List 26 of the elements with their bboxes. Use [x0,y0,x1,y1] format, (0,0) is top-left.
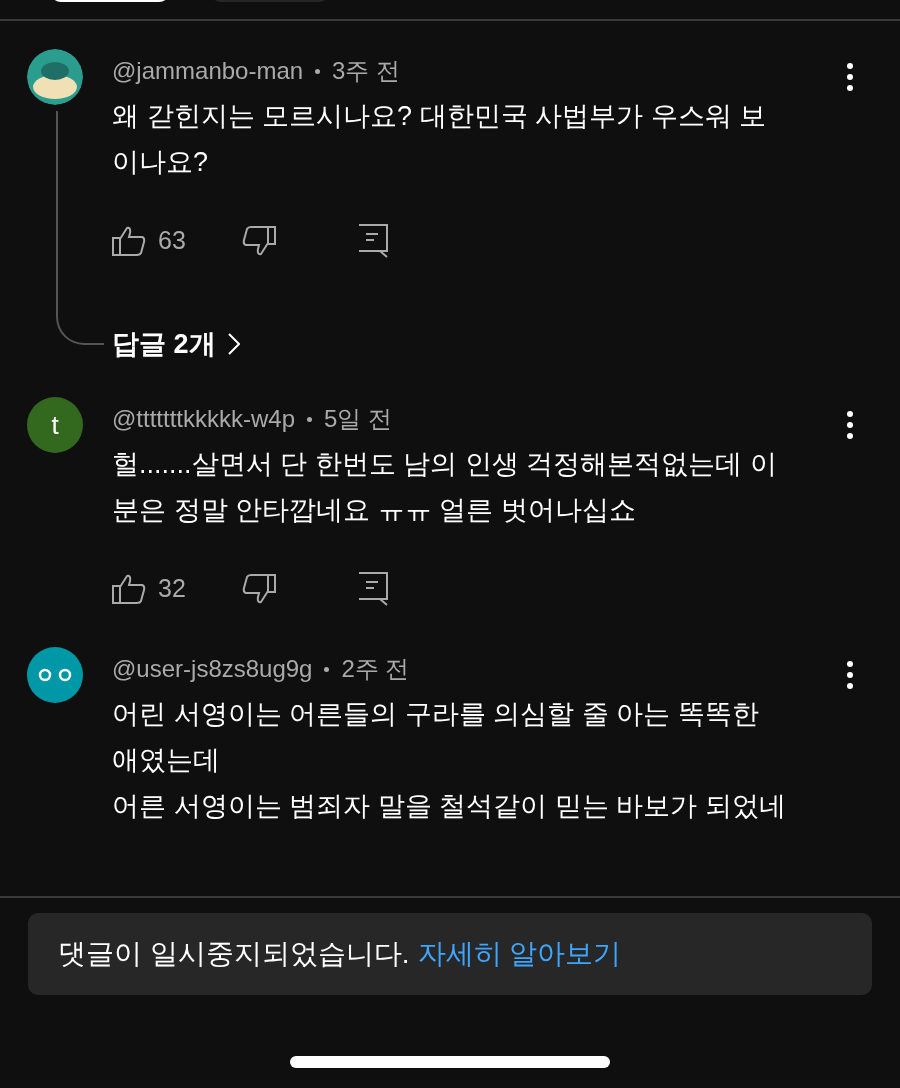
comment-text: 헐.......살면서 단 한번도 남의 인생 걱정해본적없는데 이분은 정말 안타깝네요 ㅠㅠ 얼른 벗어나십쇼 [112,448,778,527]
author-name[interactable]: @user-js8zs8ug9g [112,647,313,691]
replies-button[interactable]: 답글 2개 [112,319,854,369]
timestamp: 3주 전 [332,56,401,86]
author-name[interactable]: @tttttttkkkkk-w4p [112,397,296,441]
comment-text: 왜 갇힌지는 모르시나요? 대한민국 사법부가 우스워 보이나요? [112,100,768,179]
comment-text: 어른 서영이는 범죄자 말을 철석같이 믿는 바보가 되었네 [112,790,787,823]
like-count: 63 [158,225,187,257]
timestamp: 5일 전 [324,404,393,434]
more-options-icon[interactable] [846,411,854,439]
notice-text: 댓글이 일시중지되었습니다. [58,937,410,971]
author-name[interactable]: @jammanbo-man [112,49,304,93]
thumbs-up-icon[interactable] [112,573,146,605]
thumbs-up-icon[interactable] [112,225,146,257]
comment-icon[interactable] [358,224,388,258]
more-options-icon[interactable] [846,63,854,91]
timestamp: 2주 전 [341,654,410,684]
comment-icon[interactable] [358,572,388,606]
thumbs-down-icon[interactable] [242,225,276,257]
thumbs-down-icon[interactable] [242,573,276,605]
chevron-right-icon [227,333,240,355]
learn-more-link[interactable]: 자세히 알아보기 [417,933,622,975]
like-count: 32 [158,573,187,605]
avatar: t [27,397,83,453]
more-options-icon[interactable] [846,661,854,689]
comment-text: 어린 서영이는 어른들의 구라를 의심할 줄 아는 똑똑한 애였는데 [112,698,760,777]
